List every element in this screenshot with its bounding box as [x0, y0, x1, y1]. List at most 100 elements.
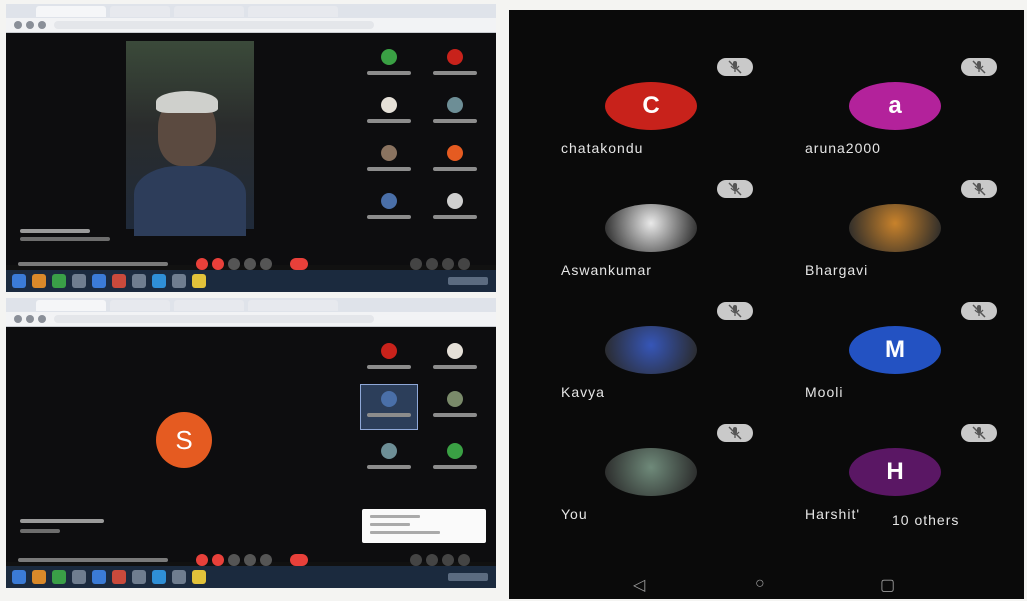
back-icon[interactable]: ◁	[633, 575, 645, 595]
participant-name: Kavya	[561, 384, 605, 400]
tile-name	[367, 119, 411, 123]
participant-tile[interactable]	[427, 91, 483, 135]
camera-icon[interactable]	[212, 258, 224, 270]
participant-cell[interactable]: Bhargavi	[805, 180, 1024, 300]
taskbar-clock	[448, 277, 488, 285]
tile-name	[433, 413, 477, 417]
taskbar-app-icon[interactable]	[192, 274, 206, 288]
avatar: C	[605, 82, 697, 130]
taskbar-app-icon[interactable]	[152, 570, 166, 584]
chat-icon[interactable]	[442, 554, 454, 566]
end-call-button[interactable]	[290, 554, 308, 566]
tile-name	[367, 413, 411, 417]
phone-participants-screen: Cchatakondu a aruna2000 Aswankumar Bhargavi K…	[509, 10, 1024, 599]
avatar	[447, 391, 463, 407]
taskbar-app-icon[interactable]	[72, 570, 86, 584]
taskbar-app-icon[interactable]	[32, 274, 46, 288]
taskbar-app-icon[interactable]	[72, 274, 86, 288]
participant-name: You	[561, 506, 588, 522]
people-icon[interactable]	[426, 258, 438, 270]
avatar	[447, 193, 463, 209]
taskbar-app-icon[interactable]	[112, 274, 126, 288]
forward-icon[interactable]	[26, 315, 34, 323]
reload-icon[interactable]	[38, 21, 46, 29]
reload-icon[interactable]	[38, 315, 46, 323]
more-icon[interactable]	[260, 258, 272, 270]
windows-taskbar	[6, 270, 496, 292]
taskbar-app-icon[interactable]	[132, 274, 146, 288]
chat-icon[interactable]	[442, 258, 454, 270]
taskbar-app-icon[interactable]	[152, 274, 166, 288]
info-icon[interactable]	[410, 258, 422, 270]
browser-tab[interactable]	[36, 6, 106, 17]
forward-icon[interactable]	[26, 21, 34, 29]
home-icon[interactable]: ○	[755, 575, 765, 593]
participant-tile[interactable]	[427, 385, 483, 429]
mic-icon[interactable]	[196, 258, 208, 270]
activities-icon[interactable]	[458, 554, 470, 566]
participant-tile[interactable]	[427, 139, 483, 183]
participant-cell[interactable]: Aswankumar	[561, 180, 801, 300]
browser-tab[interactable]	[248, 6, 338, 17]
camera-icon[interactable]	[212, 554, 224, 566]
participant-tile[interactable]	[427, 43, 483, 87]
participant-cell[interactable]: a aruna2000	[805, 58, 1024, 178]
browser-tab[interactable]	[174, 300, 244, 311]
tile-name	[367, 215, 411, 219]
browser-tab[interactable]	[110, 300, 170, 311]
url-field[interactable]	[54, 315, 374, 323]
participant-cell[interactable]: You	[561, 424, 801, 544]
browser-tab[interactable]	[174, 6, 244, 17]
taskbar-app-icon[interactable]	[32, 570, 46, 584]
participant-tile[interactable]	[361, 91, 417, 135]
taskbar-app-icon[interactable]	[52, 274, 66, 288]
info-icon[interactable]	[410, 554, 422, 566]
more-icon[interactable]	[260, 554, 272, 566]
taskbar-app-icon[interactable]	[52, 570, 66, 584]
mic-icon[interactable]	[196, 554, 208, 566]
back-icon[interactable]	[14, 21, 22, 29]
mic-off-icon	[717, 424, 753, 442]
meeting-details[interactable]	[18, 558, 168, 562]
participant-cell[interactable]: M Mooli	[805, 302, 1024, 422]
participant-tile[interactable]	[361, 437, 417, 481]
taskbar-app-icon[interactable]	[192, 570, 206, 584]
taskbar-app-icon[interactable]	[92, 570, 106, 584]
avatar: M	[849, 326, 941, 374]
participant-cell[interactable]: Cchatakondu	[561, 58, 801, 178]
notification-popup[interactable]	[362, 509, 486, 543]
tile-name	[367, 365, 411, 369]
participant-tile[interactable]	[361, 43, 417, 87]
participant-tile[interactable]	[427, 337, 483, 381]
activities-icon[interactable]	[458, 258, 470, 270]
back-icon[interactable]	[14, 315, 22, 323]
meeting-details[interactable]	[18, 262, 168, 266]
start-icon[interactable]	[12, 274, 26, 288]
participant-cell[interactable]: Kavya	[561, 302, 801, 422]
present-icon[interactable]	[244, 554, 256, 566]
browser-tab[interactable]	[110, 6, 170, 17]
mic-off-icon	[717, 302, 753, 320]
participant-tile[interactable]	[427, 437, 483, 481]
browser-tab[interactable]	[36, 300, 106, 311]
taskbar-app-icon[interactable]	[172, 274, 186, 288]
recents-icon[interactable]: ▢	[880, 575, 895, 595]
browser-tab[interactable]	[248, 300, 338, 311]
participant-tile[interactable]	[361, 337, 417, 381]
taskbar-app-icon[interactable]	[112, 570, 126, 584]
captions-icon[interactable]	[228, 554, 240, 566]
participant-tile[interactable]	[427, 187, 483, 231]
captions-icon[interactable]	[228, 258, 240, 270]
participant-tile[interactable]	[361, 139, 417, 183]
taskbar-app-icon[interactable]	[132, 570, 146, 584]
end-call-button[interactable]	[290, 258, 308, 270]
start-icon[interactable]	[12, 570, 26, 584]
taskbar-app-icon[interactable]	[172, 570, 186, 584]
others-count[interactable]: 10 others	[892, 512, 959, 528]
url-field[interactable]	[54, 21, 374, 29]
present-icon[interactable]	[244, 258, 256, 270]
participant-tile[interactable]	[360, 384, 418, 430]
taskbar-app-icon[interactable]	[92, 274, 106, 288]
people-icon[interactable]	[426, 554, 438, 566]
participant-tile[interactable]	[361, 187, 417, 231]
